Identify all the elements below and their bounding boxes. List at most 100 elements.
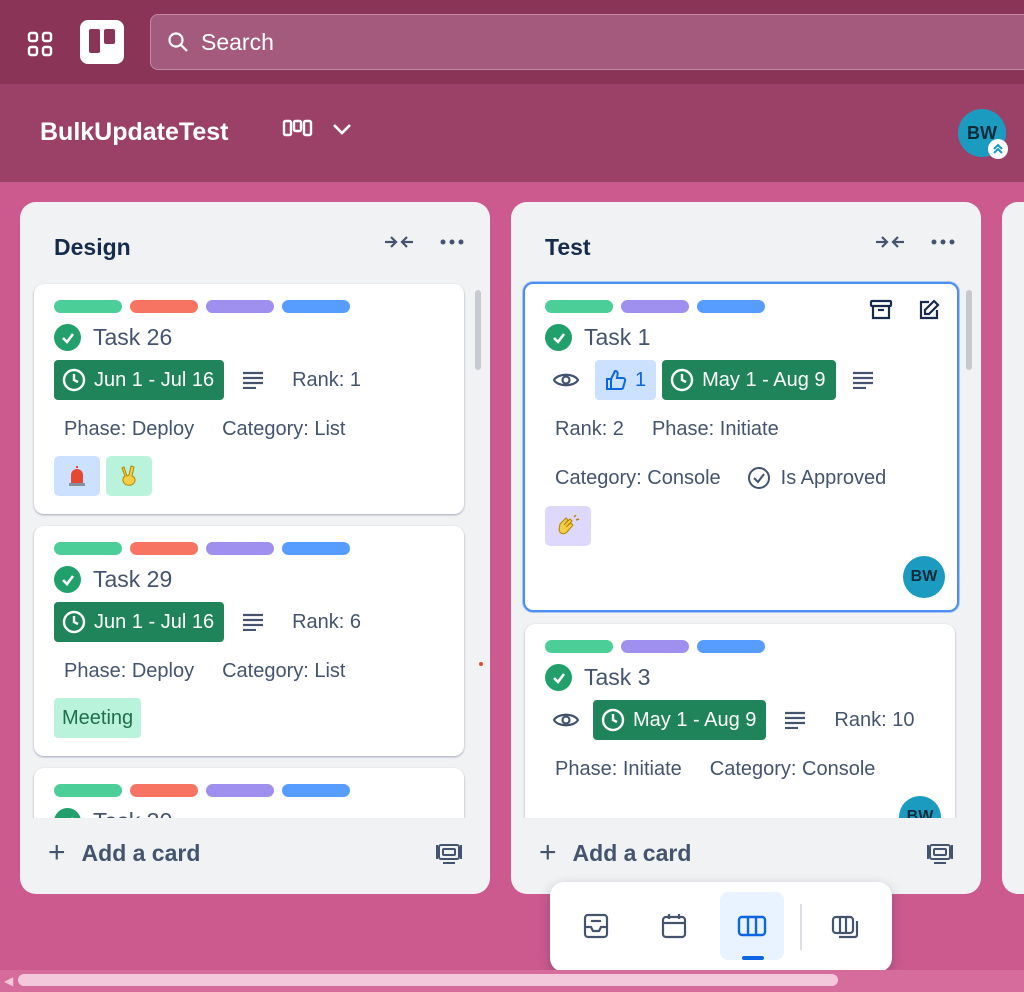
calendar-icon — [661, 914, 687, 939]
rank-field: Rank: 10 — [834, 708, 915, 731]
category-field: Category: List — [222, 418, 346, 440]
card-task-29[interactable]: Task 29 Jun 1 - Jul 16 Rank: 6 Phase: De… — [34, 526, 464, 756]
clock-icon — [670, 368, 694, 392]
board-view-switcher[interactable] — [282, 118, 352, 140]
switch-boards-icon — [831, 915, 859, 939]
edit-icon[interactable] — [917, 298, 941, 322]
list-title[interactable]: Design — [54, 234, 131, 261]
plus-icon: + — [48, 836, 66, 869]
card-template-icon[interactable] — [436, 842, 462, 866]
card-list: Task 26 Jun 1 - Jul 16 Rank: 1 Phase: De… — [30, 280, 484, 818]
label-green — [545, 300, 613, 313]
archive-icon[interactable] — [869, 298, 893, 322]
add-card-label: Add a card — [81, 839, 201, 866]
add-card-button[interactable]: + Add a card — [539, 836, 691, 870]
list-test: Test Task 1 1 May 1 - Aug 9 Rank: 2 Phas… — [511, 202, 981, 894]
scrollbar-thumb[interactable] — [18, 974, 838, 986]
label-blue — [697, 640, 765, 653]
vote-badge[interactable]: 1 — [595, 360, 657, 400]
category-field: Category: Console — [555, 466, 721, 489]
vote-count: 1 — [635, 368, 647, 391]
list-scrollbar[interactable] — [965, 280, 973, 816]
plus-icon: + — [539, 836, 557, 869]
card-task-26[interactable]: Task 26 Jun 1 - Jul 16 Rank: 1 Phase: De… — [34, 284, 464, 514]
card-template-icon[interactable] — [927, 842, 953, 866]
inbox-view-button[interactable] — [564, 892, 628, 960]
due-date-badge[interactable]: Jun 1 - Jul 16 — [54, 360, 225, 400]
card-labels — [545, 640, 765, 653]
card-title: Task 1 — [584, 324, 651, 350]
card-task-1[interactable]: Task 1 1 May 1 - Aug 9 Rank: 2 Phase: In… — [523, 282, 959, 612]
due-date-text: May 1 - Aug 9 — [702, 368, 826, 391]
card-labels — [545, 300, 765, 313]
search-input[interactable]: Search — [150, 14, 1024, 70]
list-next-partial — [1002, 202, 1024, 894]
watch-eye-icon — [553, 373, 579, 387]
card-member-avatar[interactable]: BW — [903, 556, 945, 598]
due-date-badge[interactable]: May 1 - Aug 9 — [662, 360, 836, 400]
scroll-left-arrow-icon[interactable]: ◀ — [4, 974, 13, 988]
due-date-text: Jun 1 - Jul 16 — [94, 610, 215, 633]
complete-check-icon[interactable] — [545, 664, 572, 691]
board-member-avatar[interactable]: BW — [958, 109, 1008, 159]
meeting-tag: Meeting — [54, 698, 142, 738]
board-title[interactable]: BulkUpdateTest — [40, 118, 228, 147]
search-placeholder: Search — [201, 28, 274, 55]
card-member-avatar[interactable]: BW — [899, 796, 941, 818]
card-list: Task 1 1 May 1 - Aug 9 Rank: 2 Phase: In… — [521, 280, 975, 818]
list-design: Design Task 26 Jun 1 - Jul 16 Rank: 1 Ph… — [20, 202, 490, 894]
planner-view-button[interactable] — [642, 892, 706, 960]
complete-check-icon[interactable] — [54, 808, 81, 818]
watch-eye-icon — [553, 713, 579, 727]
label-purple — [621, 300, 689, 313]
description-icon — [852, 371, 873, 389]
collapse-list-icon[interactable] — [384, 232, 414, 252]
label-purple — [206, 542, 274, 555]
add-card-label: Add a card — [572, 839, 692, 866]
due-date-badge[interactable]: May 1 - Aug 9 — [593, 700, 767, 740]
card-task-30[interactable]: Task 30 — [34, 768, 464, 818]
label-purple — [621, 640, 689, 653]
approved-check-icon — [747, 467, 770, 489]
card-labels — [54, 784, 350, 797]
complete-check-icon[interactable] — [54, 566, 81, 593]
card-title: Task 30 — [93, 808, 172, 818]
search-icon — [168, 32, 188, 52]
more-options-icon[interactable] — [931, 238, 955, 246]
clock-icon — [601, 708, 625, 732]
more-options-icon[interactable] — [440, 238, 464, 246]
app-switcher-icon[interactable] — [24, 28, 56, 60]
admin-chevrons-icon — [988, 139, 1008, 159]
board-view-icon — [282, 119, 313, 137]
list-title[interactable]: Test — [545, 234, 591, 261]
dock-divider — [800, 904, 802, 950]
description-icon — [785, 711, 806, 729]
phase-field: Phase: Deploy — [64, 418, 195, 440]
label-blue — [282, 300, 350, 313]
clock-icon — [62, 368, 86, 392]
label-blue — [282, 542, 350, 555]
phase-field: Phase: Initiate — [651, 418, 779, 440]
complete-check-icon[interactable] — [54, 324, 81, 351]
add-card-button[interactable]: + Add a card — [48, 836, 200, 870]
phase-field: Phase: Deploy — [64, 660, 195, 682]
switch-boards-button[interactable] — [814, 892, 878, 960]
label-green — [545, 640, 613, 653]
complete-check-icon[interactable] — [545, 324, 572, 351]
peace-hand-sticker — [106, 456, 152, 496]
rank-field: Rank: 1 — [292, 368, 362, 391]
due-date-badge[interactable]: Jun 1 - Jul 16 — [54, 602, 225, 642]
card-labels — [54, 300, 350, 313]
card-task-3[interactable]: Task 3 May 1 - Aug 9 Rank: 10 Phase: Ini… — [525, 624, 955, 818]
approved-field: Is Approved — [780, 466, 887, 489]
label-green — [54, 300, 122, 313]
board-horizontal-scrollbar[interactable]: ◀ — [0, 970, 1024, 992]
label-red — [130, 542, 198, 555]
clapping-hands-sticker — [545, 506, 591, 546]
trello-logo-icon[interactable] — [80, 20, 124, 64]
board-view-button[interactable] — [720, 892, 784, 960]
due-date-text: May 1 - Aug 9 — [633, 708, 757, 731]
thumbs-up-icon — [606, 369, 627, 390]
list-scrollbar[interactable] — [474, 280, 482, 816]
collapse-list-icon[interactable] — [875, 232, 905, 252]
